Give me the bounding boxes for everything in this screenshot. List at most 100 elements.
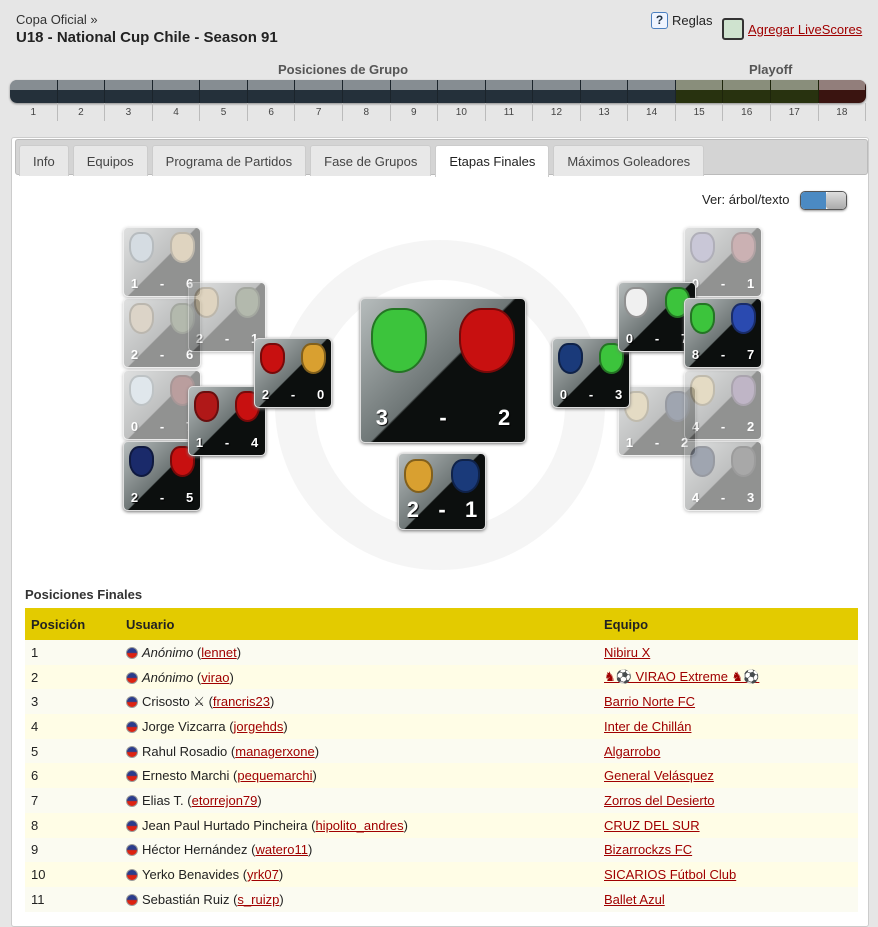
home-score: 2 [261,386,270,402]
playoff-label: Playoff [749,62,793,77]
away-score: 4 [250,434,259,450]
username-link[interactable]: yrk07 [247,867,279,882]
home-team-crest-icon [689,303,716,335]
score-separator: - [159,489,165,505]
home-score: 8 [691,346,700,362]
position: 10 [25,862,120,887]
position: 2 [25,664,120,690]
tv-icon [722,18,744,40]
team-link[interactable]: Barrio Norte FC [604,694,695,709]
round-segment [10,80,58,103]
manager-name: Sebastián Ruiz [142,891,230,907]
team-link[interactable]: SICARIOS Fútbol Club [604,867,736,882]
score-separator: - [654,434,660,450]
header-position: Posición [25,608,120,640]
manager-name: Anónimo [142,669,194,685]
home-score: 2 [130,346,139,362]
match-card-l7[interactable]: 2 - 0 [254,338,332,408]
match-card-r4[interactable]: 4 - 3 [684,441,762,511]
away-team-crest-icon [730,232,757,264]
tab-fase-de-grupos[interactable]: Fase de Grupos [310,145,432,176]
user-cell: Anónimo (virao) [120,664,598,690]
round-tick: 5 [200,103,248,121]
chile-flag-icon [126,646,138,659]
score-separator: - [720,418,726,434]
away-team-crest-icon [459,307,516,374]
team-cell: Barrio Norte FC [598,689,858,715]
home-team-crest-icon [689,232,716,264]
tab-etapas-finales[interactable]: Etapas Finales [435,145,550,177]
match-card-third[interactable]: 2 - 1 [398,453,486,530]
away-score: 1 [465,497,478,522]
team-link[interactable]: Algarrobo [604,744,660,759]
round-segment [723,80,771,103]
team-cell: ♞⚽ VIRAO Extreme ♞⚽ [598,664,858,690]
username-link[interactable]: jorgehds [234,719,284,734]
team-cell: SICARIOS Fútbol Club [598,862,858,887]
breadcrumb[interactable]: Copa Oficial » [16,12,98,27]
username-link[interactable]: managerxone [235,744,315,759]
away-team-crest-icon [730,446,757,478]
username-link[interactable]: hipolito_andres [315,818,403,833]
table-row: 2 Anónimo (virao) ♞⚽ VIRAO Extreme ♞⚽ [25,664,858,690]
team-link[interactable]: ♞⚽ VIRAO Extreme ♞⚽ [604,669,759,684]
score-separator: - [720,275,726,291]
manager-name: Crisosto ⚔ [142,693,205,709]
round-segment [57,80,106,103]
tab-m-ximos-goleadores[interactable]: Máximos Goleadores [553,145,705,176]
team-link[interactable]: Zorros del Desierto [604,793,715,808]
team-link[interactable]: Nibiru X [604,645,650,660]
tab-info[interactable]: Info [19,145,69,176]
livescores-label[interactable]: Agregar LiveScores [748,22,862,37]
livescores-link[interactable]: Agregar LiveScores [722,18,862,40]
team-link[interactable]: CRUZ DEL SUR [604,818,700,833]
position: 7 [25,788,120,813]
table-row: 4 Jorge Vizcarra (jorgehds) Inter de Chi… [25,714,858,739]
manager-name: Elias T. [142,792,184,808]
username-link[interactable]: watero11 [255,842,308,857]
chile-flag-icon [126,720,138,733]
away-team-crest-icon [300,343,327,375]
team-cell: General Velásquez [598,763,858,789]
round-segment [818,80,866,103]
away-score: 2 [498,404,511,430]
chile-flag-icon [126,794,138,807]
team-link[interactable]: Inter de Chillán [604,719,691,734]
username-link[interactable]: s_ruizp [237,892,279,907]
table-row: 7 Elias T. (etorrejon79) Zorros del Desi… [25,788,858,813]
match-card-r3[interactable]: 4 - 2 [684,370,762,440]
tab-equipos[interactable]: Equipos [72,145,148,176]
team-link[interactable]: Bizarrockzs FC [604,842,692,857]
match-card-final[interactable]: 3 - 2 [360,298,526,443]
home-team-crest-icon [623,287,650,319]
round-tick: 8 [343,103,391,121]
manager-name: Rahul Rosadio [142,743,228,759]
round-tick: 2 [58,103,106,121]
username-link[interactable]: pequemarchi [237,768,312,783]
table-row: 10 Yerko Benavides (yrk07) SICARIOS Fútb… [25,862,858,887]
round-tick: 12 [533,103,581,121]
table-row: 11 Sebastián Ruiz (s_ruizp) Ballet Azul [25,886,858,912]
rules-link[interactable]: ? Reglas [651,12,712,29]
username-link[interactable]: etorrejon79 [192,793,258,808]
user-cell: Jorge Vizcarra (jorgehds) [120,714,598,739]
round-segment [200,80,248,103]
team-link[interactable]: General Velásquez [604,768,714,783]
round-tick: 7 [295,103,343,121]
help-icon: ? [651,12,668,29]
round-tick: 1 [10,103,58,121]
username-link[interactable]: virao [201,670,229,685]
group-stage-label: Posiciones de Grupo [278,62,409,77]
match-card-r2[interactable]: 8 - 7 [684,298,762,368]
away-score: 2 [746,418,755,434]
home-team-crest-icon [193,391,220,423]
score-separator: - [439,404,447,430]
tab-programa-de-partidos[interactable]: Programa de Partidos [151,145,307,176]
team-cell: Zorros del Desierto [598,788,858,813]
round-segment [295,80,343,103]
team-link[interactable]: Ballet Azul [604,892,665,907]
standings-title: Posiciones Finales [25,587,143,602]
username-link[interactable]: francris23 [213,694,270,709]
username-link[interactable]: lennet [201,645,236,660]
view-toggle[interactable] [800,191,847,210]
